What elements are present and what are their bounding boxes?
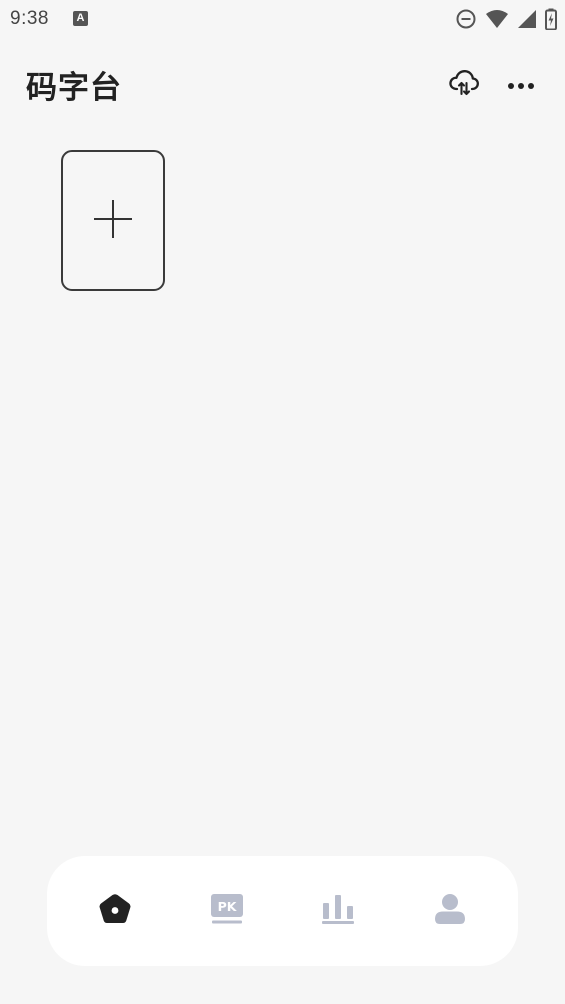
cloud-sync-button[interactable] — [446, 66, 482, 102]
status-icons — [455, 7, 557, 31]
app-screen: 9:38 A 码字台 PK — [0, 0, 565, 1004]
page-title: 码字台 — [26, 70, 122, 106]
nav-item-home[interactable] — [75, 871, 155, 951]
cloud-sync-icon — [448, 68, 480, 100]
nav-item-profile[interactable] — [410, 871, 490, 951]
home-icon — [98, 893, 132, 929]
more-button[interactable] — [503, 66, 539, 102]
pk-icon-label: PK — [217, 899, 237, 914]
bottom-nav: PK — [47, 856, 518, 966]
status-time: 9:38 — [10, 8, 49, 29]
do-not-disturb-icon — [455, 8, 477, 30]
battery-charging-icon — [545, 8, 557, 30]
nav-item-pk[interactable]: PK — [187, 871, 267, 951]
plus-icon — [93, 199, 133, 243]
status-bar: 9:38 A — [0, 0, 565, 40]
cellular-signal-icon — [517, 9, 537, 29]
pk-icon: PK — [210, 893, 244, 929]
more-horizontal-icon — [507, 75, 535, 94]
app-header: 码字台 — [0, 52, 565, 116]
wifi-icon — [485, 9, 509, 29]
profile-icon — [433, 893, 467, 929]
chart-icon — [321, 893, 355, 929]
add-work-card[interactable] — [61, 150, 165, 291]
a-letter-icon: A — [73, 11, 88, 26]
nav-item-stats[interactable] — [298, 871, 378, 951]
